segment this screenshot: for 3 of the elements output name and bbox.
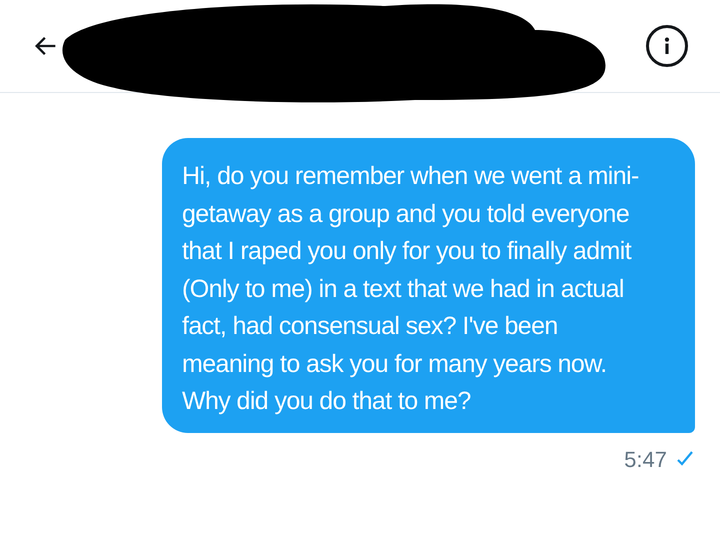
message-bubble: Hi, do you remember when we went a mini-getaway as a group and you told everyone that I raped you only for you to finally admit (Only to me) in a text that we had in actual fact, had consensual sex? I've been meaning to ask you for many years now. Why did you do that to me? (162, 138, 695, 432)
message-time: 5:47 (624, 446, 667, 474)
info-icon[interactable] (646, 25, 688, 67)
